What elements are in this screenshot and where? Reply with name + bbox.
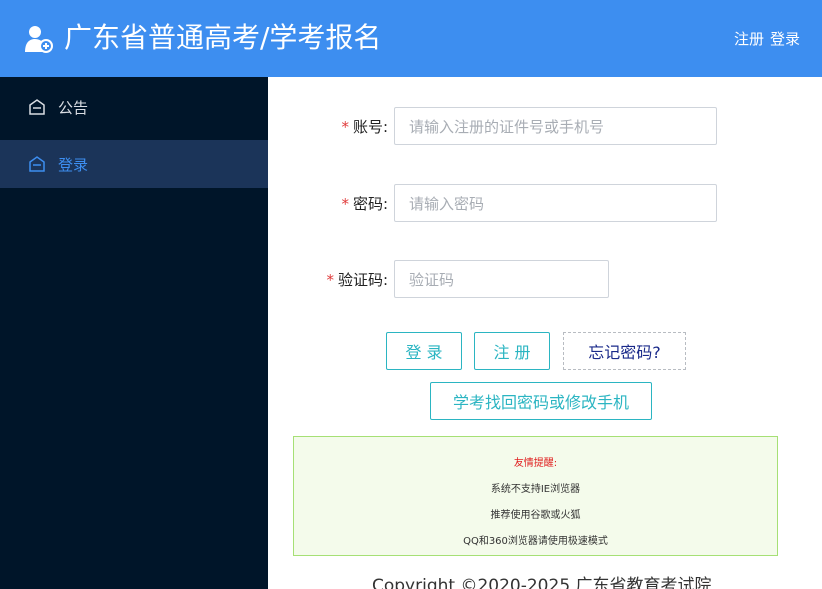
user-plus-icon	[25, 26, 53, 53]
required-mark: *	[326, 270, 334, 289]
notice-box: 友情提醒: 系统不支持IE浏览器 推荐使用谷歌或火狐 QQ和360浏览器请使用极…	[293, 436, 778, 556]
notice-line: QQ和360浏览器请使用极速模式	[463, 536, 608, 547]
copyright-text: Copyright ©2020-2025 广东省教育考试院	[372, 576, 712, 589]
notice-line: 系统不支持IE浏览器	[490, 484, 581, 495]
captcha-row: * 验证码: 验证码	[268, 260, 609, 298]
main-content: * 账号: 请输入注册的证件号或手机号 * 密码: 请输入密码 * 验证码: 验证码 …	[268, 77, 822, 589]
sidebar-item-login[interactable]: 登录	[0, 140, 268, 188]
password-input[interactable]: 请输入密码	[394, 184, 717, 222]
app-title: 广东省普通高考/学考报名	[64, 21, 382, 54]
recover-password-button[interactable]: 学考找回密码或修改手机	[430, 382, 652, 420]
required-mark: *	[341, 194, 349, 213]
password-row: * 密码: 请输入密码	[268, 184, 717, 222]
sidebar: 公告 登录	[0, 77, 268, 589]
login-button[interactable]: 登 录	[386, 332, 462, 370]
sidebar-item-label: 登录	[58, 155, 89, 174]
account-row: * 账号: 请输入注册的证件号或手机号	[268, 107, 717, 145]
required-mark: *	[341, 117, 349, 136]
inbox-icon	[29, 156, 45, 172]
sidebar-item-announcement[interactable]: 公告	[0, 83, 268, 131]
account-label: * 账号:	[341, 117, 388, 136]
register-link[interactable]: 注册	[734, 30, 764, 48]
login-link[interactable]: 登录	[770, 30, 800, 48]
forgot-password-button[interactable]: 忘记密码?	[563, 332, 686, 370]
captcha-input[interactable]: 验证码	[394, 260, 609, 298]
header-links: 注册 登录	[734, 28, 800, 50]
notice-title: 友情提醒:	[513, 458, 558, 469]
register-button[interactable]: 注 册	[474, 332, 550, 370]
account-input[interactable]: 请输入注册的证件号或手机号	[394, 107, 717, 145]
password-label: * 密码:	[341, 194, 388, 213]
top-header: 广东省普通高考/学考报名 注册 登录	[0, 0, 822, 77]
sidebar-item-label: 公告	[58, 98, 89, 117]
notice-line: 推荐使用谷歌或火狐	[490, 510, 581, 521]
inbox-icon	[29, 99, 45, 115]
captcha-label: * 验证码:	[326, 270, 388, 289]
